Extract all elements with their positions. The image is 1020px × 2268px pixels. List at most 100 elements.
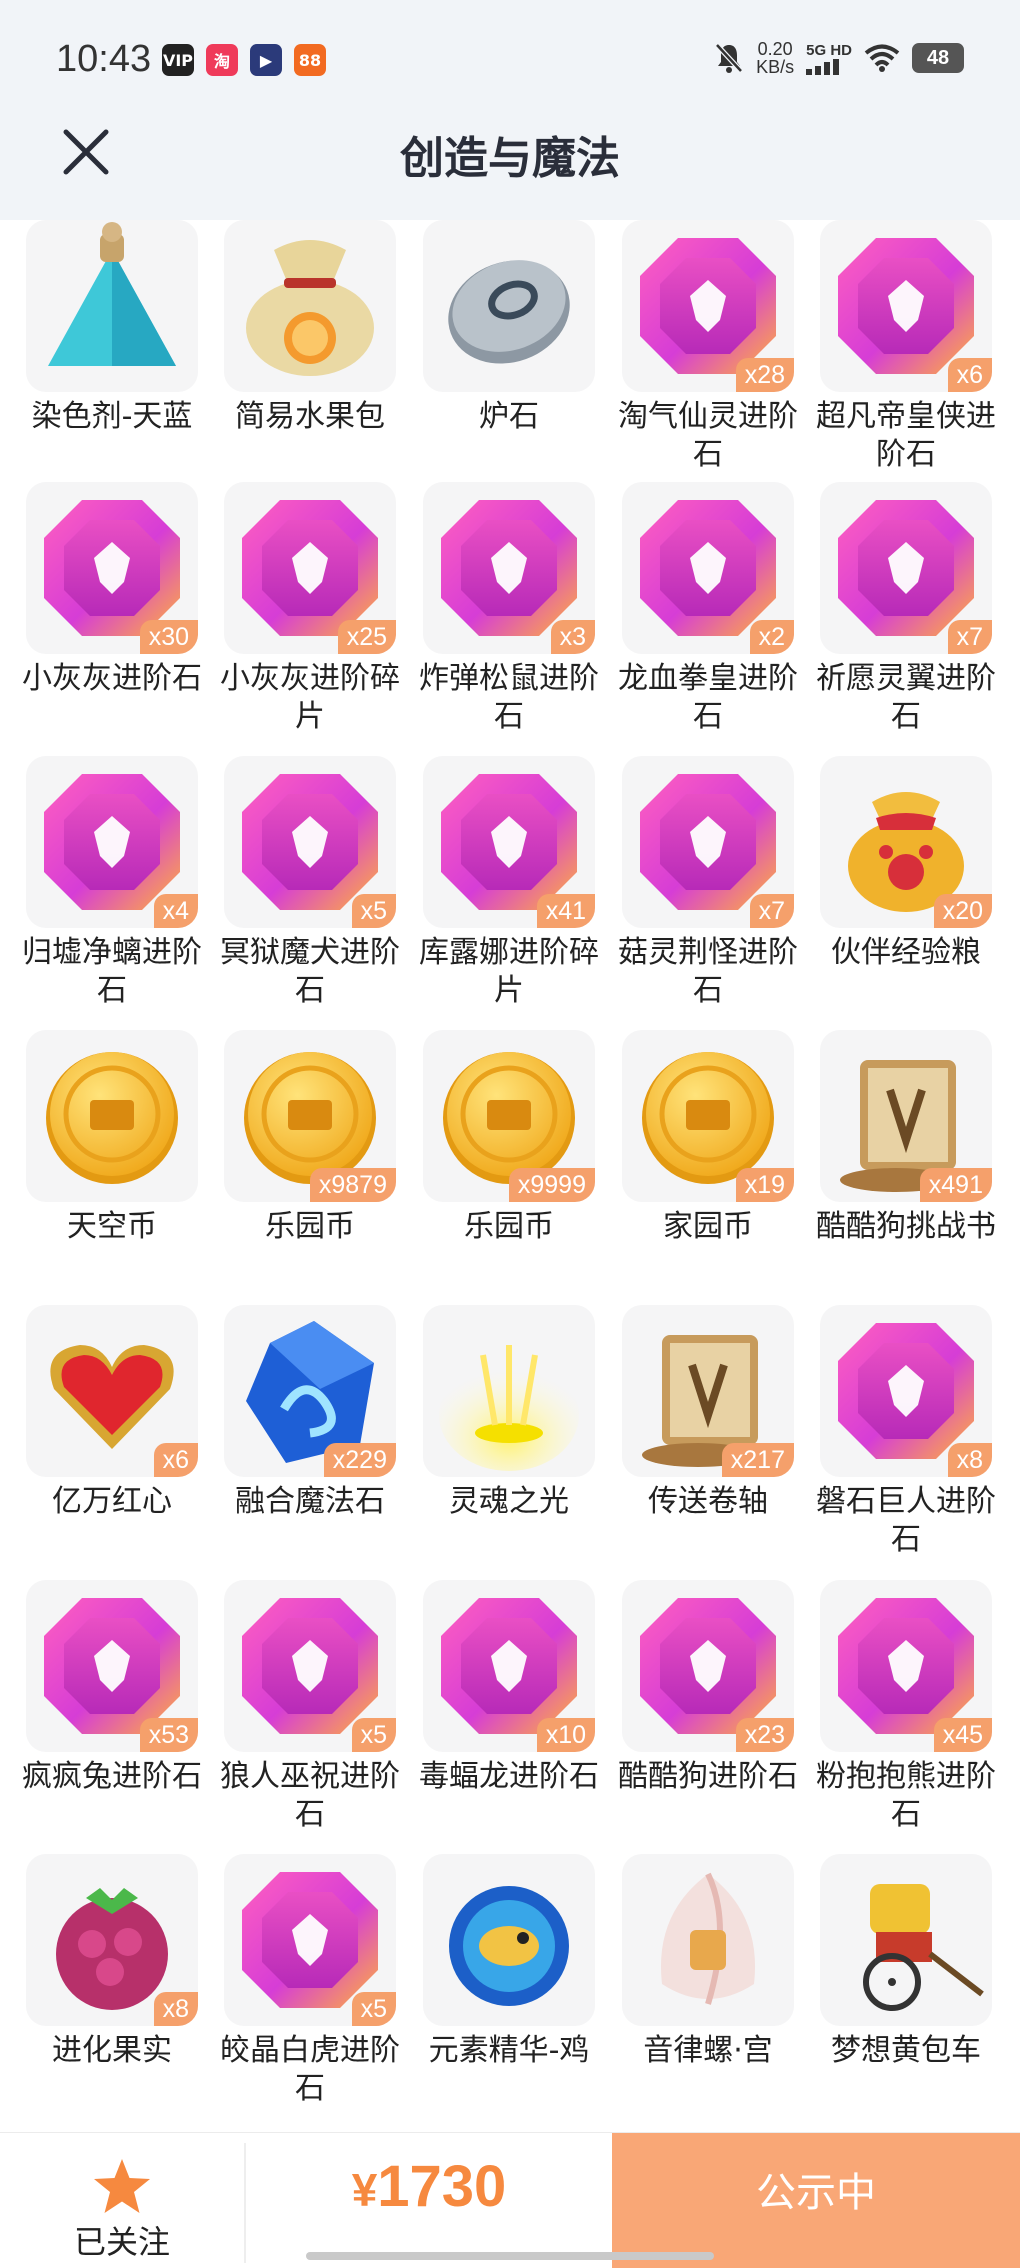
item-quantity-badge: x5	[351, 894, 396, 928]
item-quantity-badge: x5	[351, 1718, 396, 1752]
item-quantity-badge: x3	[550, 620, 595, 654]
hearthstone-icon	[423, 220, 595, 392]
page-title: 创造与魔法	[400, 133, 620, 184]
item-name: 酷酷狗挑战书	[816, 1209, 996, 1244]
item-quantity-badge: x217	[721, 1443, 794, 1477]
gem-icon: x30	[26, 482, 198, 654]
item-quantity-badge: x25	[337, 620, 396, 654]
gem-icon: x25	[224, 482, 396, 654]
item-quantity-badge: x19	[735, 1168, 794, 1202]
item-name: 磐石巨人进阶石	[816, 1484, 996, 1557]
item-name: 亿万红心	[52, 1484, 172, 1519]
net-speed-value: 0.20	[757, 39, 793, 59]
cell-signal: 5G HD	[806, 42, 852, 75]
item-name: 传送卷轴	[648, 1484, 768, 1519]
battery-icon: 48	[912, 43, 964, 73]
item-name: 简易水果包	[235, 399, 385, 434]
item-quantity-badge: x41	[536, 894, 595, 928]
heart-gem-icon: x6	[26, 1305, 198, 1477]
item-quantity-badge: x28	[735, 358, 794, 392]
item-quantity-badge: x8	[153, 1992, 198, 2026]
pet-food-bag-icon: x20	[820, 756, 992, 928]
item-name: 毒蝠龙进阶石	[419, 1759, 599, 1794]
item-name: 进化果实	[52, 2033, 172, 2068]
item-quantity-badge: x6	[153, 1443, 198, 1477]
gem-icon: x28	[622, 220, 794, 392]
gem-icon: x6	[820, 220, 992, 392]
price-value: 1730	[377, 2154, 507, 2219]
element-orb-icon	[423, 1854, 595, 2026]
item-quantity-badge: x491	[919, 1168, 992, 1202]
item-name: 酷酷狗进阶石	[618, 1759, 798, 1794]
item-name: 乐园币	[265, 1209, 355, 1244]
item-name: 伙伴经验粮	[831, 935, 981, 970]
item-quantity-badge: x10	[536, 1718, 595, 1752]
gem-icon: x7	[622, 756, 794, 928]
item-name: 融合魔法石	[235, 1484, 385, 1519]
item-name: 超凡帝皇侠进阶石	[816, 399, 996, 472]
item-quantity-badge: x20	[933, 894, 992, 928]
publicity-status-button[interactable]: 公示中	[612, 2133, 1020, 2268]
shop-app-icon: 88	[294, 44, 326, 76]
item-quantity-badge: x23	[735, 1718, 794, 1752]
taobao-app-icon: 淘	[206, 44, 238, 76]
item-quantity-badge: x8	[947, 1443, 992, 1477]
gem-icon: x5	[224, 1580, 396, 1752]
gem-icon: x53	[26, 1580, 198, 1752]
item-name: 元素精华-鸡	[428, 2033, 590, 2068]
notification-app-icons: VIP 淘 ▶ 88	[162, 44, 326, 76]
gem-icon: x41	[423, 756, 595, 928]
coin-icon	[26, 1030, 198, 1202]
price-symbol: ¥	[351, 2164, 378, 2216]
item-name: 家园币	[663, 1209, 753, 1244]
video-app-icon: ▶	[250, 44, 282, 76]
page-header: 创造与魔法	[0, 120, 1020, 220]
wifi-icon	[864, 44, 900, 72]
gem-icon: x8	[820, 1305, 992, 1477]
item-name: 淘气仙灵进阶石	[618, 399, 798, 472]
item-name: 天空币	[67, 1209, 157, 1244]
item-name: 祈愿灵翼进阶石	[816, 661, 996, 734]
rickshaw-icon	[820, 1854, 992, 2026]
item-quantity-badge: x45	[933, 1718, 992, 1752]
item-quantity-badge: x7	[947, 620, 992, 654]
soul-light-icon	[423, 1305, 595, 1477]
signal-icon	[806, 58, 840, 75]
item-quantity-badge: x4	[153, 894, 198, 928]
scroll-icon: x217	[622, 1305, 794, 1477]
item-name: 疯疯兔进阶石	[22, 1759, 202, 1794]
item-quantity-badge: x9879	[309, 1168, 396, 1202]
item-grid: 染色剂-天蓝 简易水果包 炉石 x28 淘气仙灵进阶石 x6 超凡帝皇侠进阶石 x30 小灰灰进…	[0, 220, 1020, 2132]
follow-button[interactable]: 已关注	[0, 2133, 244, 2268]
gem-icon: x7	[820, 482, 992, 654]
item-name: 炉石	[479, 399, 539, 434]
follow-label: 已关注	[73, 2223, 170, 2261]
net-speed: 0.20 KB/s	[756, 40, 794, 76]
gem-icon: x5	[224, 1854, 396, 2026]
item-name: 染色剂-天蓝	[31, 399, 193, 434]
gem-icon: x10	[423, 1580, 595, 1752]
item-name: 炸弹松鼠进阶石	[419, 661, 599, 734]
item-quantity-badge: x6	[947, 358, 992, 392]
price: ¥1730	[246, 2153, 612, 2220]
gem-icon: x3	[423, 482, 595, 654]
item-quantity-badge: x30	[139, 620, 198, 654]
star-icon	[94, 2159, 150, 2213]
network-type: 5G HD	[806, 41, 852, 59]
item-name: 音律螺·宫	[643, 2033, 773, 2068]
fruit-bag-icon	[224, 220, 396, 392]
berry-icon: x8	[26, 1854, 198, 2026]
item-name: 库露娜进阶碎片	[419, 935, 599, 1008]
scroll-icon: x491	[820, 1030, 992, 1202]
coin-icon: x19	[622, 1030, 794, 1202]
coin-icon: x9999	[423, 1030, 595, 1202]
item-name: 小灰灰进阶石	[22, 661, 202, 696]
item-quantity-badge: x5	[351, 1992, 396, 2026]
bottom-bar: 已关注 ¥1730 公示中	[0, 2132, 1020, 2268]
item-quantity-badge: x2	[749, 620, 794, 654]
item-name: 龙血拳皇进阶石	[618, 661, 798, 734]
gem-icon: x4	[26, 756, 198, 928]
item-name: 梦想黄包车	[831, 2033, 981, 2068]
item-name: 菇灵荆怪进阶石	[618, 935, 798, 1008]
item-name: 灵魂之光	[449, 1484, 569, 1519]
